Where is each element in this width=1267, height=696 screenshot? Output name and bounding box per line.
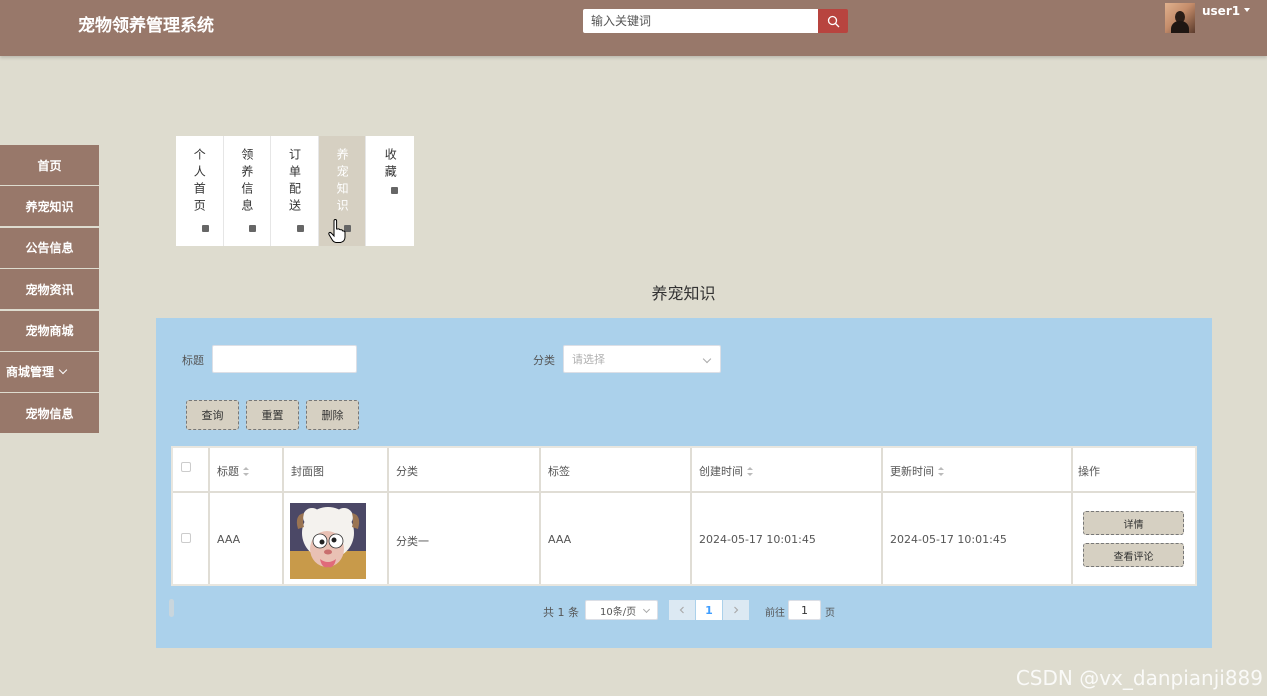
- category-select[interactable]: 请选择: [563, 345, 721, 373]
- cell-category: 分类一: [396, 535, 429, 548]
- top-header: 宠物领养管理系统 user1: [0, 0, 1267, 56]
- cell-created: 2024-05-17 10:01:45: [699, 533, 816, 546]
- search-button[interactable]: [818, 9, 848, 33]
- header-tags: 标签: [548, 465, 570, 478]
- row-checkbox[interactable]: [181, 533, 191, 543]
- detail-button[interactable]: 详情: [1083, 511, 1184, 535]
- header-cover: 封面图: [291, 465, 324, 478]
- scrollbar-handle[interactable]: [169, 599, 174, 617]
- header-created[interactable]: 创建时间: [699, 463, 753, 479]
- knowledge-table: 标题 封面图 分类 标签 创建时间 更新时间 操作 AAA 分类一 AAA 20…: [171, 446, 1197, 586]
- hand-cursor-icon: [328, 219, 346, 243]
- goto-label: 前往: [765, 608, 785, 619]
- username[interactable]: user1: [1202, 4, 1240, 18]
- table-header: 标题 封面图 分类 标签 创建时间 更新时间 操作: [173, 448, 1195, 493]
- cover-image: [290, 503, 366, 579]
- header-category: 分类: [396, 465, 418, 478]
- next-page-button[interactable]: [723, 600, 749, 620]
- pagination-total: 共 1 条: [543, 606, 579, 619]
- sidebar-item-mall-management[interactable]: 商城管理: [0, 351, 99, 392]
- search-bar: [583, 9, 848, 33]
- title-filter-label: 标题: [182, 354, 204, 367]
- watermark: CSDN @vx_danpianji889: [1015, 666, 1263, 690]
- sidebar-item-pet-mall[interactable]: 宠物商城: [0, 310, 99, 351]
- header-title[interactable]: 标题: [217, 463, 249, 479]
- tab-order-delivery[interactable]: 订单配送: [271, 136, 319, 246]
- tab-marker-icon: [296, 225, 304, 232]
- select-all-checkbox[interactable]: [181, 462, 191, 472]
- reset-button[interactable]: 重置: [246, 400, 299, 430]
- tab-marker-icon: [201, 225, 209, 232]
- category-filter-label: 分类: [533, 354, 555, 367]
- sidebar-item-pet-knowledge[interactable]: 养宠知识: [0, 186, 99, 227]
- cell-title: AAA: [217, 533, 241, 546]
- page-suffix: 页: [825, 608, 835, 619]
- sidebar-item-home[interactable]: 首页: [0, 145, 99, 185]
- search-icon: [827, 15, 839, 27]
- section-title: 养宠知识: [651, 284, 716, 303]
- sidebar-item-pet-info[interactable]: 宠物信息: [0, 393, 99, 434]
- query-button[interactable]: 查询: [186, 400, 239, 430]
- avatar[interactable]: [1165, 3, 1195, 33]
- profile-tabs: 个人首页 领养信息 订单配送 养宠知识 收藏: [176, 136, 414, 246]
- chevron-down-icon: [702, 354, 712, 364]
- chevron-down-icon: [58, 365, 68, 375]
- app-title: 宠物领养管理系统: [78, 16, 214, 36]
- tab-favorites[interactable]: 收藏: [366, 136, 414, 246]
- sort-icon[interactable]: [243, 466, 249, 476]
- cell-updated: 2024-05-17 10:01:45: [890, 533, 1007, 546]
- view-comments-button[interactable]: 查看评论: [1083, 543, 1184, 567]
- title-filter-input[interactable]: [212, 345, 357, 373]
- tab-marker-icon: [249, 225, 257, 232]
- sidebar-item-announcements[interactable]: 公告信息: [0, 227, 99, 268]
- tab-adoption-info[interactable]: 领养信息: [224, 136, 272, 246]
- knowledge-panel: 标题 分类 请选择 查询 重置 删除 标题 封面图 分类 标签 创建时间 更新时…: [156, 318, 1212, 648]
- header-updated[interactable]: 更新时间: [890, 463, 944, 479]
- chevron-left-icon: [679, 606, 684, 614]
- caret-down-icon[interactable]: [1244, 8, 1250, 12]
- chevron-right-icon: [734, 606, 739, 614]
- search-input[interactable]: [583, 9, 818, 33]
- header-ops: 操作: [1078, 465, 1100, 478]
- sort-icon[interactable]: [747, 466, 753, 476]
- tab-marker-icon: [391, 187, 399, 194]
- current-page-number[interactable]: 1: [696, 600, 722, 620]
- delete-button[interactable]: 删除: [306, 400, 359, 430]
- prev-page-button[interactable]: [669, 600, 695, 620]
- sort-icon[interactable]: [938, 466, 944, 476]
- tab-personal-home[interactable]: 个人首页: [176, 136, 224, 246]
- goto-page-input[interactable]: 1: [788, 600, 821, 620]
- chevron-down-icon: [642, 605, 651, 614]
- page-size-select[interactable]: 10条/页: [585, 600, 658, 620]
- cell-tags: AAA: [548, 533, 572, 546]
- table-row: AAA 分类一 AAA 2024-05-17 10:01:45 2024-05-…: [173, 495, 1195, 586]
